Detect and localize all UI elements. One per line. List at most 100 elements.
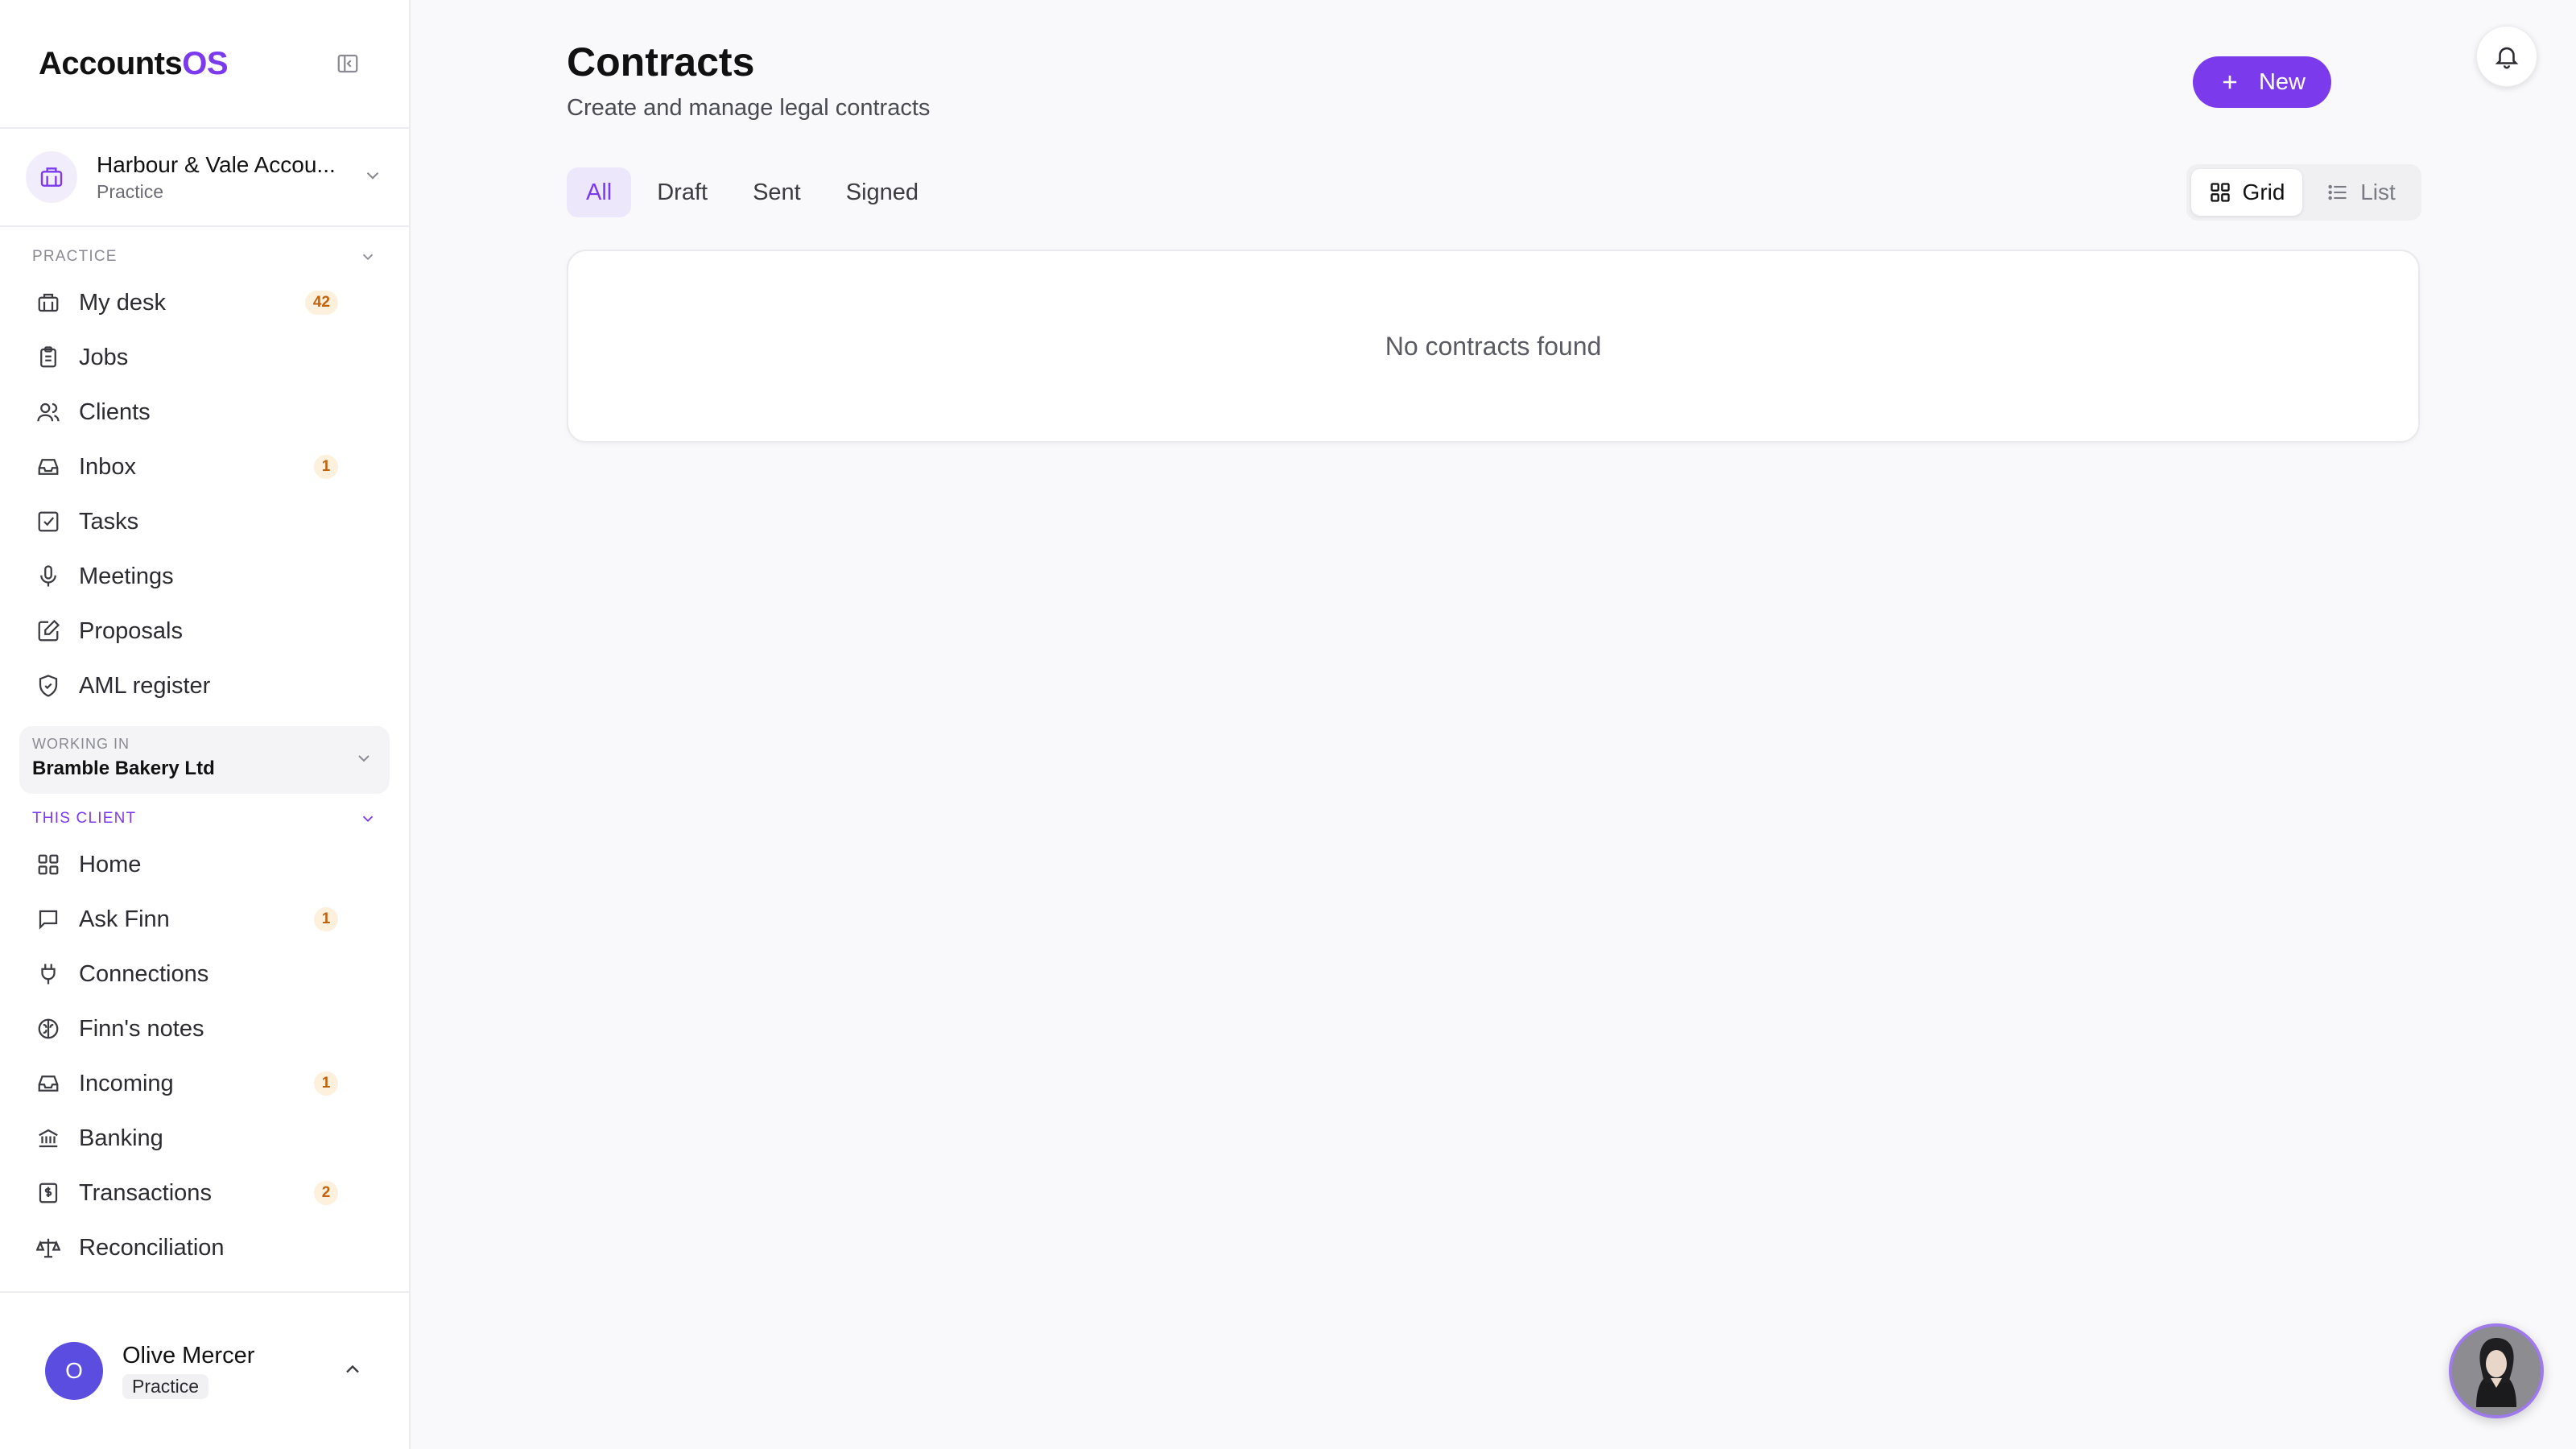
count-badge: 1 xyxy=(314,455,338,479)
count-badge: 1 xyxy=(314,1071,338,1096)
chevron-down-icon xyxy=(362,254,374,261)
org-name: Harbour & Vale Accou... xyxy=(97,151,336,177)
sidebar-item-connections[interactable]: Connections xyxy=(0,947,409,1001)
status-tabs: All Draft Sent Signed xyxy=(567,167,938,217)
sidebar-item-label: Clients xyxy=(79,398,151,425)
plus-icon xyxy=(2223,75,2237,89)
sidebar-item-meetings[interactable]: Meetings xyxy=(0,549,409,604)
chevron-down-icon xyxy=(362,815,374,823)
count-badge: 1 xyxy=(314,907,338,931)
list-icon xyxy=(2328,184,2347,200)
tab-signed[interactable]: Signed xyxy=(827,167,938,217)
users-icon xyxy=(35,399,61,425)
inbox-icon xyxy=(35,1071,61,1096)
sidebar-item-transactions[interactable]: Transactions 2 xyxy=(0,1166,409,1220)
sidebar-item-inbox[interactable]: Inbox 1 xyxy=(0,440,409,494)
bank-icon xyxy=(35,1125,61,1151)
sidebar-item-label: Connections xyxy=(79,960,209,987)
inbox-icon xyxy=(35,454,61,480)
tab-sent[interactable]: Sent xyxy=(733,167,820,217)
shield-check-icon xyxy=(35,673,61,699)
avatar: O xyxy=(45,1342,103,1400)
sidebar-item-my-desk[interactable]: My desk 42 xyxy=(0,275,409,330)
client-nav: Home Ask Finn 1 Connections Finn's notes… xyxy=(0,837,409,1275)
page-title: Contracts xyxy=(567,39,755,85)
sidebar-item-jobs[interactable]: Jobs xyxy=(0,330,409,385)
brand-row: AccountsOS xyxy=(0,0,409,129)
chevron-up-icon xyxy=(341,1358,364,1385)
receipt-dollar-icon xyxy=(35,1180,61,1206)
new-button-label: New xyxy=(2258,68,2306,95)
count-badge: 42 xyxy=(304,291,338,315)
org-switcher[interactable]: Harbour & Vale Accou... Practice xyxy=(0,129,409,227)
empty-state: No contracts found xyxy=(567,250,2420,443)
brand-logo[interactable]: AccountsOS xyxy=(39,45,229,82)
user-text: Olive Mercer Practice xyxy=(122,1343,322,1399)
brain-icon xyxy=(35,1016,61,1042)
list-view-button[interactable]: List xyxy=(2306,169,2417,216)
sidebar-item-label: AML register xyxy=(79,672,211,699)
sidebar-item-label: Proposals xyxy=(79,617,183,644)
check-square-icon xyxy=(35,509,61,535)
sidebar-item-label: Finn's notes xyxy=(79,1015,204,1042)
tab-draft[interactable]: Draft xyxy=(638,167,727,217)
sidebar: AccountsOS Harbour & Vale Accou... Pract… xyxy=(0,0,411,1449)
sidebar-item-label: Inbox xyxy=(79,453,136,480)
section-practice-title: PRACTICE xyxy=(32,248,118,265)
count-badge: 2 xyxy=(314,1181,338,1205)
sidebar-item-banking[interactable]: Banking xyxy=(0,1111,409,1166)
sidebar-item-home[interactable]: Home xyxy=(0,837,409,892)
sidebar-item-proposals[interactable]: Proposals xyxy=(0,604,409,658)
sidebar-item-incoming[interactable]: Incoming 1 xyxy=(0,1056,409,1111)
section-this-client-title: THIS CLIENT xyxy=(32,810,137,827)
grid-view-button[interactable]: Grid xyxy=(2191,169,2302,216)
briefcase-icon xyxy=(35,290,61,316)
pen-square-icon xyxy=(35,618,61,644)
org-text: Harbour & Vale Accou... Practice xyxy=(97,152,343,203)
practice-nav: My desk 42 Jobs Clients Inbox 1 Tasks Me… xyxy=(0,275,409,713)
sidebar-item-aml-register[interactable]: AML register xyxy=(0,658,409,713)
sidebar-item-label: My desk xyxy=(79,289,166,316)
sidebar-item-label: Transactions xyxy=(79,1179,212,1206)
section-this-client[interactable]: THIS CLIENT xyxy=(0,800,409,837)
grid-icon xyxy=(2210,183,2230,202)
sidebar-item-finns-notes[interactable]: Finn's notes xyxy=(0,1001,409,1056)
sidebar-item-label: Home xyxy=(79,851,142,877)
section-practice[interactable]: PRACTICE xyxy=(0,238,409,275)
sidebar-item-label: Jobs xyxy=(79,344,129,370)
assistant-avatar-button[interactable] xyxy=(2449,1323,2544,1418)
collapse-sidebar-icon[interactable] xyxy=(332,47,364,80)
sidebar-item-label: Incoming xyxy=(79,1070,174,1096)
building-icon xyxy=(26,151,77,203)
tab-all[interactable]: All xyxy=(567,167,632,217)
sidebar-item-label: Meetings xyxy=(79,563,174,589)
org-type: Practice xyxy=(97,180,164,202)
person-avatar-icon xyxy=(2452,1327,2541,1415)
user-menu[interactable]: O Olive Mercer Practice xyxy=(0,1291,409,1449)
chevron-down-icon xyxy=(362,165,383,190)
message-icon xyxy=(35,906,61,932)
notifications-bell-icon[interactable] xyxy=(2476,26,2537,87)
working-in-selector[interactable]: WORKING IN Bramble Bakery Ltd xyxy=(19,726,390,794)
new-contract-button[interactable]: New xyxy=(2193,56,2331,108)
working-in-value: Bramble Bakery Ltd xyxy=(32,758,215,779)
microphone-icon xyxy=(35,564,61,589)
sidebar-item-tasks[interactable]: Tasks xyxy=(0,494,409,549)
chevron-down-icon xyxy=(358,755,369,762)
plug-icon xyxy=(35,961,61,987)
main-content: Contracts Create and manage legal contra… xyxy=(411,0,2576,1449)
grid-view-label: Grid xyxy=(2242,180,2285,204)
user-name: Olive Mercer xyxy=(122,1343,255,1368)
grid-icon xyxy=(35,852,61,877)
sidebar-item-ask-finn[interactable]: Ask Finn 1 xyxy=(0,892,409,947)
sidebar-item-reconciliation[interactable]: Reconciliation xyxy=(0,1220,409,1275)
empty-state-message: No contracts found xyxy=(1385,331,1602,361)
sidebar-item-label: Banking xyxy=(79,1125,163,1151)
view-toggle: Grid List xyxy=(2186,164,2421,221)
sidebar-item-label: Reconciliation xyxy=(79,1234,225,1261)
sidebar-item-clients[interactable]: Clients xyxy=(0,385,409,440)
brand-suffix: OS xyxy=(182,45,229,81)
brand-name: Accounts xyxy=(39,45,183,81)
working-in-label: WORKING IN xyxy=(32,736,130,752)
page-subtitle: Create and manage legal contracts xyxy=(567,95,931,121)
